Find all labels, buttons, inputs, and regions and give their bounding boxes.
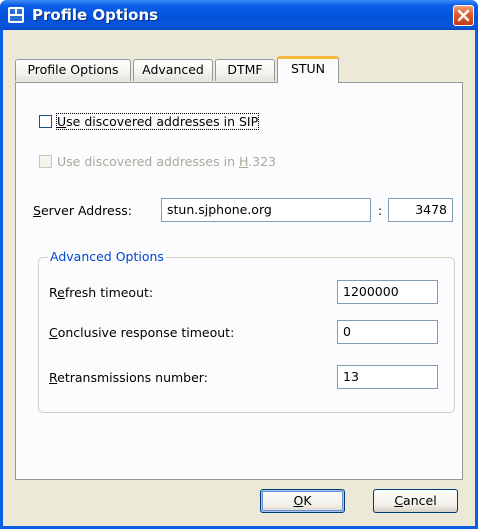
tab-dtmf[interactable]: DTMF [215, 59, 275, 81]
use-discovered-sip-checkbox[interactable] [39, 115, 52, 128]
conclusive-response-timeout-label: Conclusive response timeout: [49, 325, 235, 340]
close-button[interactable] [453, 5, 474, 26]
cancel-button[interactable]: Cancel [373, 489, 458, 513]
retransmissions-number-input[interactable]: 13 [337, 365, 438, 389]
window-title: Profile Options [32, 6, 159, 24]
ok-button[interactable]: OK [260, 489, 345, 513]
tab-advanced[interactable]: Advanced [133, 59, 213, 81]
server-port-input[interactable]: 3478 [388, 198, 453, 222]
close-icon [457, 9, 470, 22]
advanced-options-title: Advanced Options [48, 249, 166, 264]
app-icon [8, 7, 24, 23]
refresh-timeout-input[interactable]: 1200000 [337, 280, 438, 304]
tab-stun[interactable]: STUN [277, 56, 339, 83]
use-discovered-sip-label[interactable]: Use discovered addresses in SIP [55, 113, 260, 130]
server-address-input[interactable]: stun.sjphone.org [161, 198, 371, 222]
profile-options-dialog: Profile Options Profile Options Advanced… [0, 0, 478, 529]
retransmissions-number-label: Retransmissions number: [49, 370, 208, 385]
dialog-body: Profile Options Advanced DTMF STUN Use d… [3, 30, 475, 526]
use-discovered-h323-checkbox [39, 155, 52, 168]
use-discovered-h323-label: Use discovered addresses in H.323 [57, 154, 277, 169]
tab-profile-options[interactable]: Profile Options [15, 59, 131, 81]
server-address-label: Server Address: [33, 203, 132, 218]
refresh-timeout-label: Refresh timeout: [49, 285, 154, 300]
port-separator: : [378, 203, 383, 218]
conclusive-response-timeout-input[interactable]: 0 [337, 320, 438, 344]
title-bar[interactable]: Profile Options [0, 0, 478, 30]
